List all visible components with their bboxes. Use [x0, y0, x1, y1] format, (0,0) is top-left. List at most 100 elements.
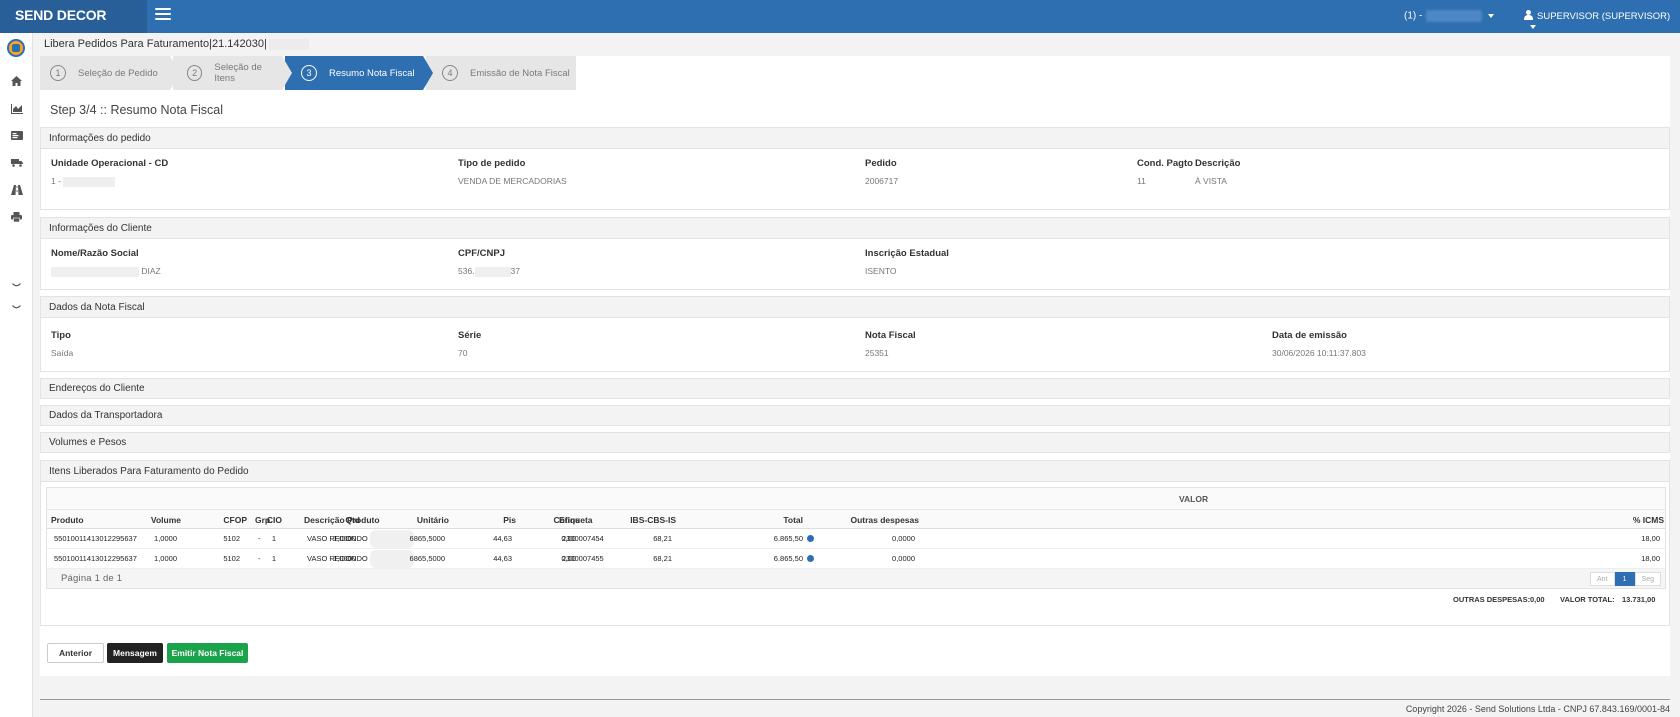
action-bar: Anterior Mensagem Emitir Nota Fiscal: [0, 643, 1680, 665]
tipo-pedido-field: Tipo de pedido VENDA DE MERCADORIAS: [458, 158, 567, 186]
field-value: 25351: [865, 348, 889, 358]
pedido-field: Pedido 2006717: [865, 158, 898, 186]
col-pis[interactable]: Pis: [503, 515, 516, 525]
chevron-down-icon[interactable]: [10, 280, 23, 291]
cell-total: 6.865,50: [774, 534, 814, 543]
cell-unitario: 6865,5000: [409, 554, 445, 563]
wizard-step-3[interactable]: 3 Resumo Nota Fiscal: [285, 56, 433, 90]
field-label: Nota Fiscal: [865, 330, 916, 341]
field-value: VENDA DE MERCADORIAS: [458, 176, 567, 186]
section-header[interactable]: Informações do Cliente: [41, 218, 1669, 239]
transportadora-section[interactable]: Dados da Transportadora: [40, 405, 1670, 426]
field-value: 536. 37: [458, 266, 520, 277]
mensagem-button[interactable]: Mensagem: [107, 643, 163, 663]
col-qtd[interactable]: Qtd: [345, 515, 360, 525]
emitir-nota-fiscal-button[interactable]: Emitir Nota Fiscal: [167, 643, 248, 663]
table-row[interactable]: 55010011413012295637 - VASO REDONDO 2300…: [47, 549, 1665, 569]
col-produto[interactable]: Produto: [51, 515, 84, 525]
info-dot-icon[interactable]: [807, 535, 814, 542]
section-header[interactable]: Itens Liberados Para Faturamento do Pedi…: [41, 461, 1669, 482]
section-header[interactable]: Dados da Nota Fiscal: [41, 297, 1669, 318]
brand-logo[interactable]: SEND DECOR: [0, 0, 147, 33]
sidebar: [0, 33, 33, 717]
cell-grp: -: [258, 534, 261, 543]
field-value: Saída: [51, 348, 74, 358]
col-ibs[interactable]: IBS-CBS-IS: [630, 515, 676, 525]
step-arrow: [170, 56, 180, 90]
cell-volume: 1,0000: [154, 534, 177, 543]
nota-fiscal-section: Dados da Nota Fiscal Tipo Saída Série 70…: [40, 296, 1670, 372]
user-menu[interactable]: SUPERVISOR (SUPERVISOR): [1524, 10, 1680, 33]
home-icon[interactable]: [10, 75, 23, 86]
col-total[interactable]: Total: [783, 515, 803, 525]
col-cofins[interactable]: Cofins: [554, 515, 580, 525]
app-logo-icon[interactable]: [7, 39, 25, 57]
user-name: SUPERVISOR (SUPERVISOR): [1537, 11, 1671, 22]
chevron-down-icon[interactable]: [10, 302, 23, 313]
field-value: 1 -: [51, 176, 168, 187]
info-dot-icon[interactable]: [807, 555, 814, 562]
field-label: Inscrição Estadual: [865, 248, 949, 259]
items-table: VALOR Produto Grp. Descrição Produto Eti…: [46, 487, 1666, 589]
col-unitario[interactable]: Unitário: [417, 515, 449, 525]
cell-pis: 44,63: [493, 554, 512, 563]
valor-group-header: VALOR: [47, 488, 1665, 510]
redacted-text: [63, 176, 116, 187]
wizard-steps: 1 Seleção de Pedido 2 Seleção de Itens 3…: [40, 56, 579, 90]
col-cio[interactable]: CIO: [267, 515, 282, 525]
unidade-value: 1 -: [51, 176, 61, 186]
cell-icms: 18,00: [1641, 554, 1660, 563]
nota-fiscal-field: Nota Fiscal 25351: [865, 330, 916, 358]
anterior-button[interactable]: Anterior: [47, 643, 104, 663]
company-selector[interactable]: (1) -: [1404, 10, 1495, 22]
field-label: Tipo de pedido: [458, 158, 526, 169]
step-arrow: [282, 56, 292, 90]
top-bar: SEND DECOR (1) - SUPERVISOR (SUPERVISOR): [0, 0, 1680, 33]
enderecos-section[interactable]: Endereços do Cliente: [40, 378, 1670, 399]
outras-despesas-label: OUTRAS DESPESAS:: [1453, 595, 1531, 604]
nome-value: DIAZ: [141, 266, 161, 276]
cell-pis: 44,63: [493, 534, 512, 543]
table-row[interactable]: 55010011413012295637 - VASO REDONDO 2300…: [47, 529, 1665, 549]
pager-next-button[interactable]: Seg: [1634, 572, 1661, 586]
print-icon[interactable]: [10, 211, 23, 222]
page-title: Step 3/4 :: Resumo Nota Fiscal: [50, 103, 223, 117]
pager-prev-button[interactable]: Ant: [1590, 572, 1615, 586]
col-volume[interactable]: Volume: [151, 515, 181, 525]
chevron-down-icon: [1488, 14, 1495, 18]
truck-icon[interactable]: [10, 157, 23, 168]
menu-toggle-icon[interactable]: [155, 8, 171, 22]
breadcrumb-text: Libera Pedidos Para Faturamento|21.14203…: [44, 38, 267, 50]
cell-cofins: 0,00: [561, 554, 576, 563]
area-chart-icon[interactable]: [10, 103, 23, 114]
volumes-pesos-section[interactable]: Volumes e Pesos: [40, 432, 1670, 453]
breadcrumb: Libera Pedidos Para Faturamento|21.14203…: [44, 38, 309, 50]
cliente-section: Informações do Cliente Nome/Razão Social…: [40, 217, 1670, 290]
wizard-step-2[interactable]: 2 Seleção de Itens: [173, 56, 292, 90]
cell-volume: 1,0000: [154, 554, 177, 563]
redacted-text: [51, 266, 139, 277]
col-outras[interactable]: Outras despesas: [850, 515, 919, 525]
col-cfop[interactable]: CFOP: [223, 515, 247, 525]
wizard-step-1[interactable]: 1 Seleção de Pedido: [40, 56, 180, 90]
field-value: 11: [1137, 176, 1146, 186]
cell-cio: 1: [271, 554, 276, 563]
cell-unitario: 6865,5000: [409, 534, 445, 543]
step-number: 1: [50, 65, 66, 81]
field-value: DIAZ: [51, 266, 161, 277]
section-header[interactable]: Dados da Transportadora: [41, 406, 1669, 425]
step-arrow: [423, 56, 433, 90]
section-header[interactable]: Informações do pedido: [41, 128, 1669, 149]
redacted-company: [1426, 10, 1483, 22]
road-icon[interactable]: [10, 184, 23, 195]
col-descricao[interactable]: Descrição Produto: [304, 515, 380, 525]
step-label: Seleção de Itens: [214, 62, 262, 84]
section-header[interactable]: Volumes e Pesos: [41, 433, 1669, 452]
id-card-icon[interactable]: [10, 130, 23, 141]
step-label: Emissão de Nota Fiscal: [470, 67, 570, 79]
valor-total-label: VALOR TOTAL:: [1560, 595, 1615, 604]
wizard-step-4[interactable]: 4 Emissão de Nota Fiscal: [426, 56, 576, 90]
col-icms[interactable]: % ICMS: [1633, 515, 1664, 525]
pager-page-button[interactable]: 1: [1614, 572, 1635, 586]
section-header[interactable]: Endereços do Cliente: [41, 379, 1669, 398]
